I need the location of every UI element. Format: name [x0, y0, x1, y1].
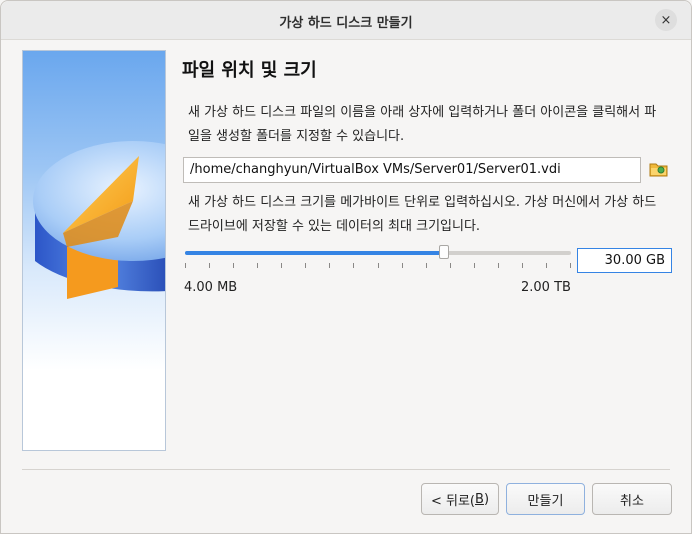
slider-tick: [498, 263, 499, 268]
slider-min-label: 4.00 MB: [184, 280, 238, 295]
slider-tick: [209, 263, 210, 268]
slider-tick: [305, 263, 306, 268]
size-description: 새 가상 하드 디스크 크기를 메가바이트 단위로 입력하십시오. 가상 머신에…: [188, 195, 657, 234]
slider-fill: [185, 251, 444, 255]
slider-max-label: 2.00 TB: [521, 280, 571, 295]
location-description: 새 가상 하드 디스크 파일의 이름을 아래 상자에 입력하거나 폴더 아이콘을…: [188, 105, 657, 144]
window-title: 가상 하드 디스크 만들기: [279, 16, 413, 31]
slider-tick: [185, 263, 186, 268]
close-button[interactable]: ×: [655, 9, 677, 31]
slider-tick: [402, 263, 403, 268]
disk-size-slider[interactable]: [185, 245, 571, 268]
page-title: 파일 위치 및 크기: [182, 60, 317, 81]
wizard-disk-illustration: [22, 50, 166, 451]
slider-handle[interactable]: [439, 245, 449, 259]
create-button[interactable]: 만들기: [506, 483, 585, 515]
cancel-button[interactable]: 취소: [592, 483, 672, 515]
choose-folder-button[interactable]: [649, 159, 669, 179]
back-button-mnemonic: B: [475, 491, 484, 507]
slider-ticks: [185, 263, 571, 269]
slider-tick: [378, 263, 379, 268]
close-icon: ×: [660, 12, 672, 28]
slider-tick: [257, 263, 258, 268]
title-bar: 가상 하드 디스크 만들기 ×: [1, 1, 691, 40]
folder-icon: [649, 163, 668, 177]
back-button-suffix: ): [483, 491, 490, 507]
slider-tick: [353, 263, 354, 268]
slider-tick: [233, 263, 234, 268]
slider-tick: [329, 263, 330, 268]
slider-tick: [450, 263, 451, 268]
slider-tick: [522, 263, 523, 268]
hard-disk-icon: [33, 141, 165, 299]
slider-tick: [426, 263, 427, 268]
disk-size-input[interactable]: 30.00 GB: [577, 248, 672, 273]
back-button[interactable]: < 뒤로(B): [421, 483, 499, 515]
slider-tick: [474, 263, 475, 268]
slider-tick: [546, 263, 547, 268]
slider-tick: [281, 263, 282, 268]
create-virtual-hard-disk-dialog: 가상 하드 디스크 만들기 × 파일 위치 및 크기 새 가상 하드 디스크 파…: [0, 0, 692, 534]
back-button-prefix: < 뒤로(: [430, 493, 476, 509]
button-separator: [22, 469, 670, 470]
file-path-input[interactable]: /home/changhyun/VirtualBox VMs/Server01/…: [183, 157, 641, 183]
slider-tick: [570, 263, 571, 268]
